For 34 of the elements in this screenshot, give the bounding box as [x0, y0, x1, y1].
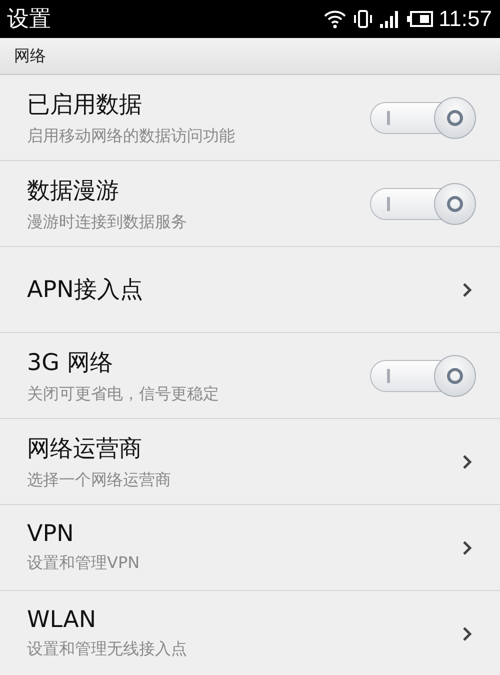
clock-time: 11:57: [438, 6, 492, 32]
item-title: 网络运营商: [27, 434, 143, 464]
item-title: APN接入点: [27, 276, 143, 305]
item-title: 数据漫游: [27, 176, 120, 206]
item-title: 已启用数据: [27, 90, 143, 120]
toggle-switch[interactable]: [370, 354, 476, 396]
battery-icon: [406, 11, 433, 27]
item-subtitle: 设置和管理VPN: [27, 553, 140, 574]
settings-item[interactable]: 数据漫游 漫游时连接到数据服务: [0, 161, 500, 247]
item-subtitle: 漫游时连接到数据服务: [27, 212, 187, 232]
signal-icon: [378, 10, 401, 28]
toggle-switch[interactable]: [370, 182, 476, 224]
section-title: 网络: [14, 46, 46, 66]
item-title: VPN: [27, 521, 75, 547]
item-subtitle: 设置和管理无线接入点: [27, 639, 187, 660]
item-title: WLAN: [27, 607, 98, 633]
item-subtitle: 关闭可更省电，信号更稳定: [27, 384, 219, 404]
vibrate-icon: [352, 9, 373, 29]
settings-item[interactable]: WLAN 设置和管理无线接入点: [0, 591, 500, 675]
item-subtitle: 选择一个网络运营商: [27, 470, 171, 490]
status-title: 设置: [7, 6, 51, 34]
item-title: 3G 网络: [27, 348, 114, 378]
settings-item[interactable]: 网络运营商 选择一个网络运营商: [0, 419, 500, 505]
chevron-right-icon: [462, 626, 472, 642]
toggle-switch[interactable]: [370, 96, 476, 138]
settings-item[interactable]: VPN 设置和管理VPN: [0, 505, 500, 591]
settings-item[interactable]: APN接入点: [0, 247, 500, 333]
item-subtitle: 启用移动网络的数据访问功能: [27, 126, 235, 146]
chevron-right-icon: [462, 282, 472, 298]
settings-item[interactable]: 已启用数据 启用移动网络的数据访问功能: [0, 75, 500, 161]
settings-item[interactable]: 3G 网络 关闭可更省电，信号更稳定: [0, 333, 500, 419]
chevron-right-icon: [462, 454, 472, 470]
wifi-icon: [322, 9, 347, 29]
chevron-right-icon: [462, 540, 472, 556]
